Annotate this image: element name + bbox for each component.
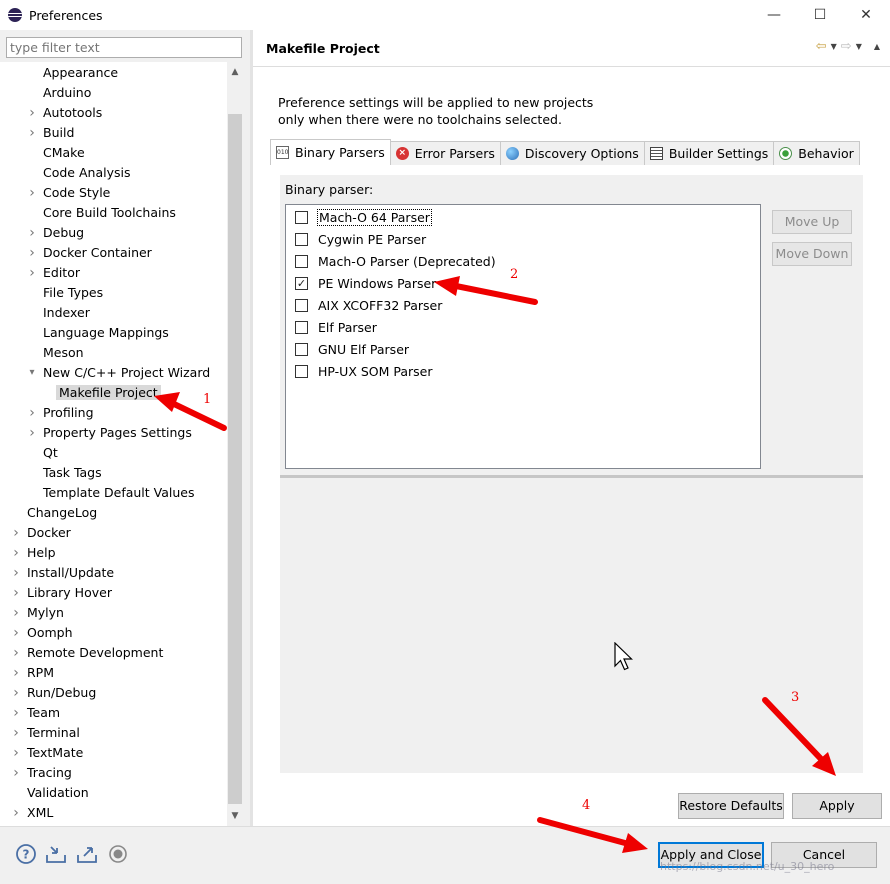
annotation-arrow-3 <box>762 697 836 776</box>
annotation-label-3: 3 <box>791 690 800 705</box>
annotation-label-2: 2 <box>510 267 519 282</box>
annotation-arrow-4 <box>537 817 648 853</box>
annotation-label-1: 1 <box>203 392 212 407</box>
annotation-layer <box>154 276 836 853</box>
annotation-label-4: 4 <box>582 798 591 813</box>
annotation-arrow-1 <box>154 392 227 431</box>
annotation-arrow-2 <box>434 276 538 305</box>
